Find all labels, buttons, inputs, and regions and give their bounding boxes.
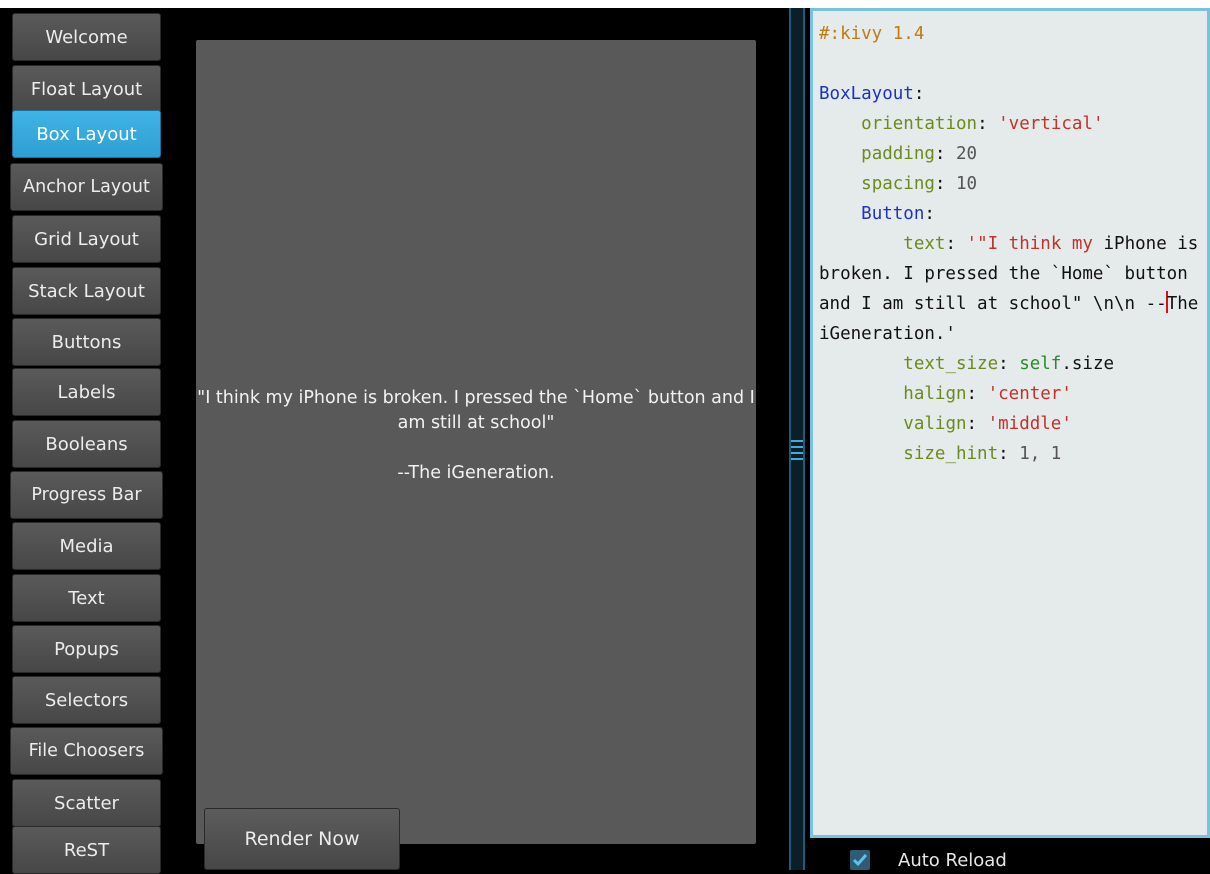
code-string: 'middle'	[987, 414, 1072, 434]
grip-handle-icon[interactable]	[790, 436, 804, 468]
code-self: self	[1019, 354, 1062, 374]
sidebar-item-anchor-layout[interactable]: Anchor Layout	[10, 163, 163, 211]
splitter[interactable]	[787, 8, 809, 870]
sidebar-item-buttons[interactable]: Buttons	[12, 318, 161, 366]
top-edge	[0, 0, 1210, 8]
code-key: spacing	[861, 174, 935, 194]
checkmark-icon	[852, 854, 868, 867]
code-string: 'vertical'	[998, 114, 1104, 134]
code-key: size_hint	[903, 444, 999, 464]
sidebar-item-float-layout[interactable]: Float Layout	[12, 65, 161, 113]
code-number: 1, 1	[1019, 444, 1062, 464]
sidebar-item-media[interactable]: Media	[12, 522, 161, 570]
sidebar-item-stack-layout[interactable]: Stack Layout	[12, 267, 161, 315]
code-key: orientation	[861, 114, 978, 134]
code-key: halign	[903, 384, 967, 404]
code-root-widget: BoxLayout	[819, 84, 914, 104]
code-string: 'center'	[987, 384, 1072, 404]
sidebar-item-scatter[interactable]: Scatter	[12, 779, 161, 827]
sidebar-item-file-choosers[interactable]: File Choosers	[10, 727, 163, 775]
sidebar-item-grid-layout[interactable]: Grid Layout	[12, 215, 161, 263]
code-key: padding	[861, 144, 935, 164]
code-key: text	[903, 234, 946, 254]
sidebar-item-rest[interactable]: ReST	[12, 826, 161, 874]
auto-reload-label: Auto Reload	[898, 850, 1007, 871]
sidebar-item-box-layout[interactable]: Box Layout	[12, 110, 161, 158]
sidebar: Welcome Float Layout Box Layout Anchor L…	[0, 8, 163, 874]
code-attr: .size	[1061, 354, 1115, 374]
sidebar-item-progress-bar[interactable]: Progress Bar	[10, 471, 163, 519]
sidebar-item-selectors[interactable]: Selectors	[12, 676, 161, 724]
code-number: 10	[956, 174, 978, 194]
sidebar-item-popups[interactable]: Popups	[12, 625, 161, 673]
code-child-widget: Button	[861, 204, 925, 224]
code-string: '"I think my	[966, 234, 1093, 254]
auto-reload-checkbox[interactable]	[850, 850, 870, 870]
code-header-comment: #:kivy 1.4	[819, 24, 925, 44]
code-editor[interactable]: #:kivy 1.4 BoxLayout: orientation: 'vert…	[810, 8, 1210, 838]
sidebar-item-labels[interactable]: Labels	[12, 368, 161, 416]
render-now-button[interactable]: Render Now	[204, 808, 400, 870]
bottom-bar: Auto Reload	[810, 838, 1210, 871]
preview-panel[interactable]: "I think my iPhone is broken. I pressed …	[196, 40, 756, 844]
sidebar-item-text[interactable]: Text	[12, 574, 161, 622]
sidebar-item-booleans[interactable]: Booleans	[12, 420, 161, 468]
sidebar-item-welcome[interactable]: Welcome	[12, 13, 161, 61]
code-number: 20	[956, 144, 978, 164]
code-editor-text[interactable]: #:kivy 1.4 BoxLayout: orientation: 'vert…	[813, 11, 1207, 835]
code-key: valign	[903, 414, 967, 434]
preview-button-text: "I think my iPhone is broken. I pressed …	[197, 388, 755, 483]
code-key: text_size	[903, 354, 999, 374]
